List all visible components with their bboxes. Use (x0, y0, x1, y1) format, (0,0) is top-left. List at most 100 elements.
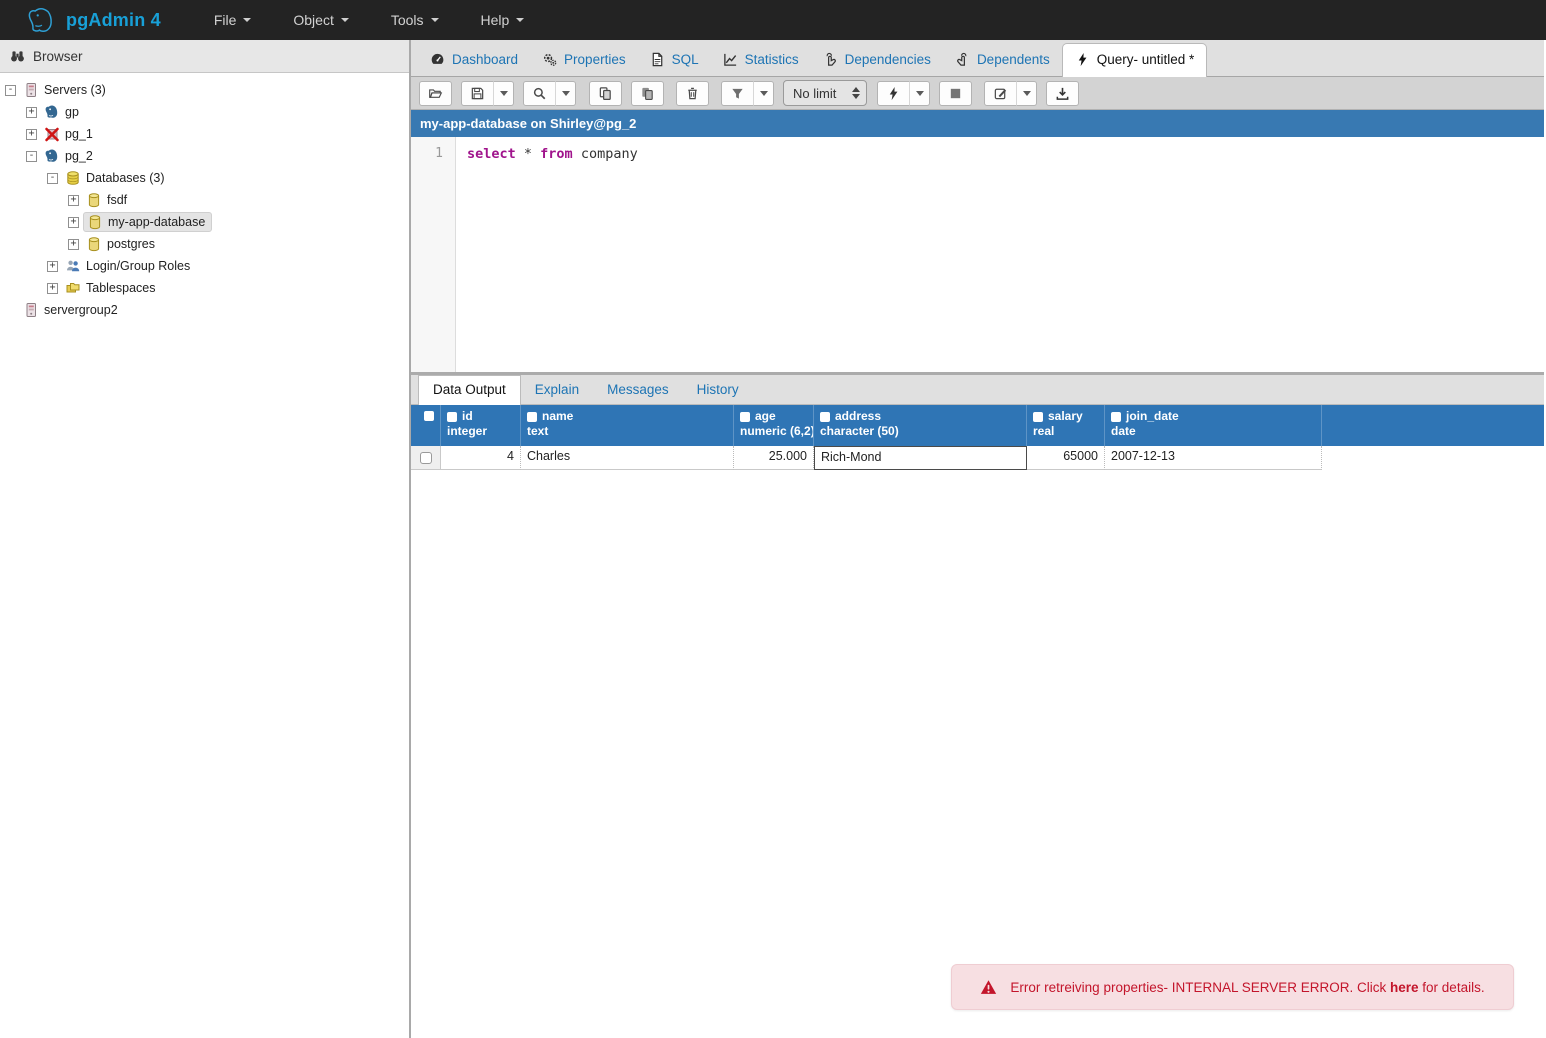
tree-item-servergroup2[interactable]: servergroup2 (0, 299, 409, 321)
tree-item-servers[interactable]: - Servers (3) (0, 79, 409, 101)
column-header-join-date[interactable]: join_date date (1105, 405, 1322, 446)
row-select-cell[interactable] (411, 446, 441, 470)
tree-item-my-app-database[interactable]: + my-app-database (0, 211, 409, 233)
chevron-down-icon (916, 91, 924, 96)
tab-label: SQL (672, 52, 699, 67)
column-checkbox[interactable] (527, 412, 537, 422)
expand-icon[interactable]: + (68, 195, 79, 206)
tab-label: Explain (535, 382, 579, 397)
postgres-elephant-logo-icon (26, 5, 56, 35)
databases-icon (64, 170, 81, 186)
edit-dropdown-button[interactable] (1016, 81, 1037, 106)
error-toast-text: Error retreiving properties- INTERNAL SE… (1010, 980, 1484, 995)
column-checkbox[interactable] (740, 412, 750, 422)
tree-item-postgres[interactable]: + postgres (0, 233, 409, 255)
cell-name[interactable]: Charles (521, 446, 734, 470)
tab-label: Properties (564, 52, 626, 67)
filter-button[interactable] (721, 81, 754, 106)
tab-query-untitled[interactable]: Query- untitled * (1062, 43, 1208, 77)
tab-properties[interactable]: Properties (530, 44, 638, 76)
collapse-icon[interactable]: - (5, 85, 16, 96)
column-header-address[interactable]: address character (50) (814, 405, 1027, 446)
row-limit-select[interactable]: No limit (783, 80, 867, 106)
menu-help[interactable]: Help (460, 0, 546, 40)
tab-label: Dependents (977, 52, 1050, 67)
open-file-button[interactable] (419, 81, 452, 106)
sql-editor[interactable]: 1 select * from company (411, 137, 1544, 372)
expand-icon[interactable]: + (47, 283, 58, 294)
tab-messages[interactable]: Messages (593, 376, 683, 404)
save-button[interactable] (461, 81, 494, 106)
connection-status-bar: my-app-database on Shirley@pg_2 (411, 110, 1544, 137)
app-title: pgAdmin 4 (66, 10, 161, 31)
column-header-salary[interactable]: salary real (1027, 405, 1105, 446)
edit-button[interactable] (984, 81, 1017, 106)
tab-dependents[interactable]: Dependents (943, 44, 1062, 76)
menu-tools[interactable]: Tools (370, 0, 460, 40)
execute-button[interactable] (877, 81, 910, 106)
column-header-name[interactable]: name text (521, 405, 734, 446)
column-name: join_date (1126, 409, 1179, 424)
expand-icon[interactable]: + (26, 129, 37, 140)
collapse-icon[interactable]: - (26, 151, 37, 162)
tab-data-output[interactable]: Data Output (418, 375, 521, 405)
select-all-column-header[interactable] (411, 405, 441, 446)
tab-history[interactable]: History (683, 376, 753, 404)
line-number: 1 (435, 146, 443, 161)
stop-button[interactable] (939, 81, 972, 106)
tab-dashboard[interactable]: Dashboard (418, 44, 530, 76)
find-button[interactable] (523, 81, 556, 106)
tab-statistics[interactable]: Statistics (711, 44, 811, 76)
binoculars-icon (10, 49, 25, 64)
save-dropdown-button[interactable] (493, 81, 514, 106)
menu-object[interactable]: Object (272, 0, 369, 40)
tree-item-gp[interactable]: + gp (0, 101, 409, 123)
tree-item-tablespaces[interactable]: + Tablespaces (0, 277, 409, 299)
error-details-link[interactable]: here (1390, 980, 1419, 995)
tab-label: Query- untitled * (1097, 52, 1195, 67)
copy-button[interactable] (589, 81, 622, 106)
cell-salary[interactable]: 65000 (1027, 446, 1105, 470)
tree-item-label: Login/Group Roles (86, 259, 190, 273)
column-checkbox[interactable] (1033, 412, 1043, 422)
column-checkbox[interactable] (1111, 412, 1121, 422)
row-checkbox[interactable] (420, 452, 432, 464)
column-checkbox[interactable] (820, 412, 830, 422)
table-row[interactable]: 4 Charles 25.000 Rich-Mond 65000 2007-12… (411, 446, 1544, 470)
tab-sql[interactable]: SQL (638, 44, 711, 76)
filter-funnel-icon (730, 86, 745, 101)
cell-age[interactable]: 25.000 (734, 446, 814, 470)
execute-dropdown-button[interactable] (909, 81, 930, 106)
column-header-age[interactable]: age numeric (6,2) (734, 405, 814, 446)
tab-dependencies[interactable]: Dependencies (811, 44, 943, 76)
error-toast[interactable]: Error retreiving properties- INTERNAL SE… (951, 964, 1514, 1010)
tab-explain[interactable]: Explain (521, 376, 593, 404)
find-dropdown-button[interactable] (555, 81, 576, 106)
tree-item-pg-1[interactable]: + pg_1 (0, 123, 409, 145)
column-type: date (1111, 424, 1136, 438)
expand-icon[interactable]: + (47, 261, 58, 272)
menu-file[interactable]: File (193, 0, 273, 40)
cell-id[interactable]: 4 (441, 446, 521, 470)
tree-item-pg-2[interactable]: - pg_2 (0, 145, 409, 167)
browser-panel-title: Browser (33, 49, 83, 64)
expand-icon[interactable]: + (68, 217, 79, 228)
select-all-checkbox[interactable] (424, 411, 434, 421)
tree-item-databases[interactable]: - Databases (3) (0, 167, 409, 189)
expand-icon[interactable]: + (26, 107, 37, 118)
download-button[interactable] (1046, 81, 1079, 106)
filter-dropdown-button[interactable] (753, 81, 774, 106)
tree-item-login-group-roles[interactable]: + Login/Group Roles (0, 255, 409, 277)
delete-button[interactable] (676, 81, 709, 106)
column-checkbox[interactable] (447, 412, 457, 422)
expand-icon[interactable]: + (68, 239, 79, 250)
tree-item-label: gp (65, 105, 79, 119)
cell-join-date[interactable]: 2007-12-13 (1105, 446, 1322, 470)
column-header-id[interactable]: id integer (441, 405, 521, 446)
warning-triangle-icon (980, 979, 997, 996)
paste-button[interactable] (631, 81, 664, 106)
editor-code-line[interactable]: select * from company (456, 137, 638, 372)
collapse-icon[interactable]: - (47, 173, 58, 184)
tree-item-fsdf[interactable]: + fsdf (0, 189, 409, 211)
cell-address-focused[interactable]: Rich-Mond (814, 446, 1027, 470)
